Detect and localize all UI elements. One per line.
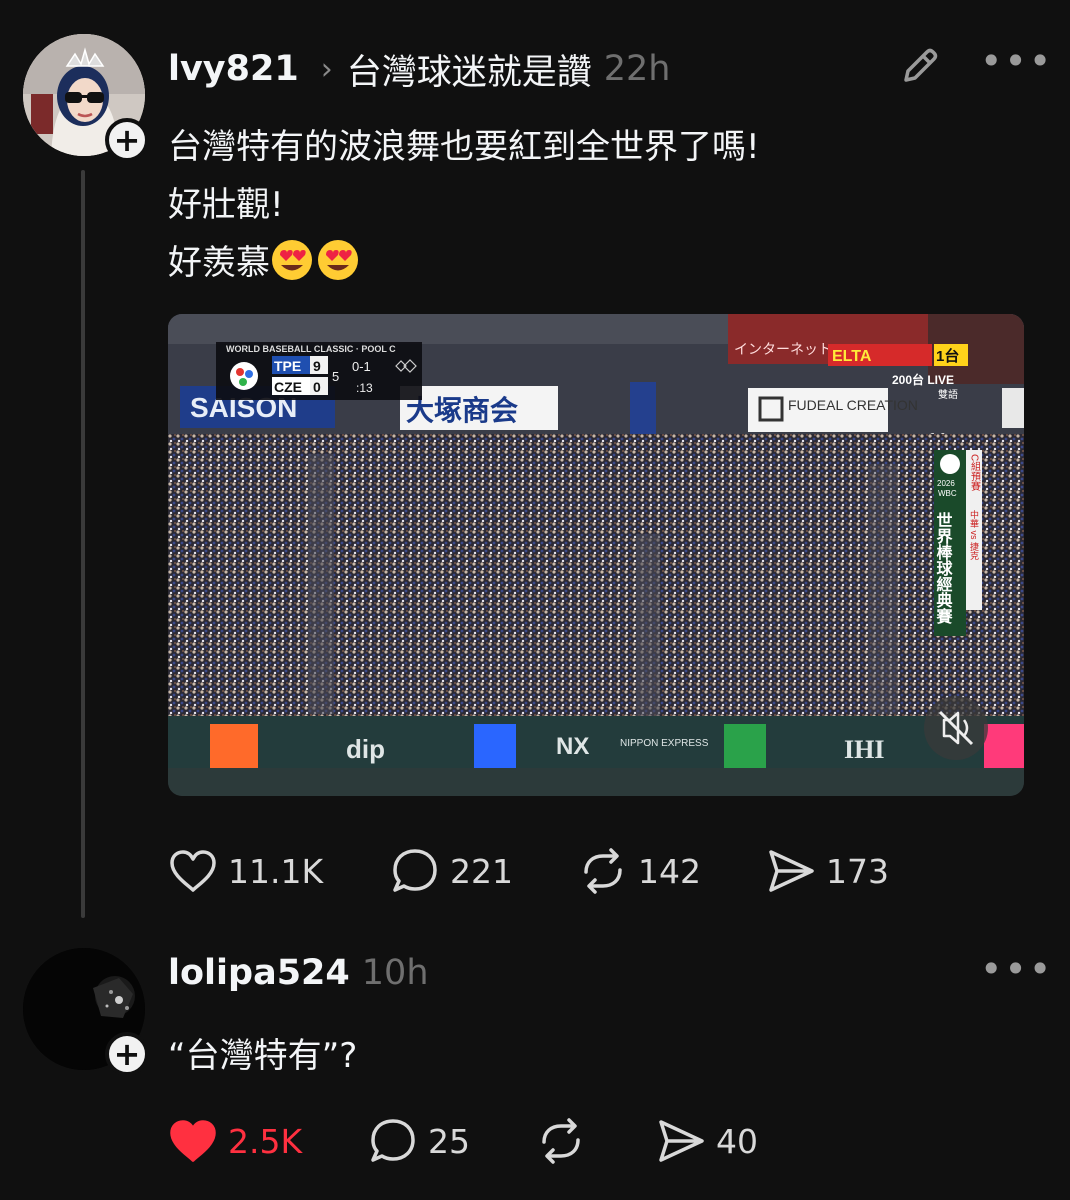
topic-tag[interactable]: 台灣球迷就是讚	[347, 44, 592, 95]
wbc-banner: 2026 WBC 世界棒球經典賽 C組預賽 中華 vs 捷克	[934, 450, 982, 636]
nx-sign: NX	[556, 733, 589, 760]
more-options-icon[interactable]: •••	[980, 950, 1053, 988]
username[interactable]: lvy821	[168, 49, 299, 89]
heart-icon	[170, 850, 216, 892]
video-player[interactable]: インターネット SAISON 大塚商会 FUDEAL CREATION 14 d…	[168, 314, 1024, 796]
video-frame: インターネット SAISON 大塚商会 FUDEAL CREATION 14 d…	[168, 314, 1024, 796]
pitch-clock: :13	[356, 381, 373, 395]
fudeal-text: FUDEAL CREATION	[788, 397, 918, 413]
share-button[interactable]: 40	[656, 1116, 758, 1166]
follow-plus-icon[interactable]: +	[105, 118, 149, 162]
post-time: 22h	[603, 49, 671, 89]
banner-vs: 中華 vs 捷克	[969, 509, 979, 561]
more-options-icon[interactable]: •••	[980, 42, 1053, 80]
repost-icon	[542, 1118, 580, 1164]
comment-icon	[393, 849, 437, 892]
team1-name: TPE	[274, 358, 301, 374]
banner-sub: C組預賽	[969, 454, 981, 492]
edit-icon[interactable]	[896, 42, 944, 90]
post-text: 台灣特有的波浪舞也要紅到全世界了嗎! 好壯觀! 好羨慕	[168, 118, 760, 292]
comment-count: 25	[428, 1121, 470, 1161]
otsuka-text: 大塚商会	[406, 395, 518, 426]
post-line: 好壯觀!	[168, 185, 284, 225]
reply-header: lolipa524 10h	[168, 948, 429, 998]
share-count: 173	[826, 851, 889, 891]
team2-score: 0	[313, 379, 321, 395]
ihi-sign: IHI	[844, 735, 884, 764]
heart-eyes-emoji-icon	[272, 240, 312, 280]
count: 0-1	[352, 359, 371, 374]
chevron-right-icon: ›	[320, 51, 333, 87]
repost-button[interactable]: 142	[578, 846, 766, 896]
follow-plus-icon[interactable]: +	[105, 1032, 149, 1076]
like-button[interactable]: 11.1K	[168, 848, 390, 894]
banner-abbr: WBC	[938, 489, 957, 498]
comment-icon	[371, 1119, 415, 1162]
post-actions: 11.1K 221 142 173	[168, 846, 889, 896]
mute-button[interactable]	[924, 696, 988, 760]
share-button[interactable]: 173	[766, 846, 889, 896]
team2-name: CZE	[274, 379, 302, 395]
share-count: 40	[716, 1121, 758, 1161]
channel-brand: ELTA	[832, 348, 872, 365]
heart-filled-icon	[170, 1120, 216, 1162]
nippon-express-sign: NIPPON EXPRESS	[620, 738, 709, 749]
like-count: 2.5K	[228, 1121, 303, 1161]
repost-icon	[584, 848, 622, 894]
comment-button[interactable]: 221	[390, 846, 578, 896]
repost-count: 142	[638, 851, 701, 891]
repost-button[interactable]	[536, 1116, 656, 1166]
team1-score: 9	[313, 358, 321, 374]
banner-year: 2026	[937, 479, 955, 488]
post-line: 台灣特有的波浪舞也要紅到全世界了嗎!	[168, 127, 760, 167]
post-line-with-emoji: 好羨慕	[168, 234, 760, 292]
username[interactable]: lolipa524	[168, 953, 350, 993]
comment-count: 221	[450, 851, 513, 891]
reply-text: “台灣特有”?	[168, 1036, 358, 1076]
internet-sign: インターネット	[734, 341, 832, 357]
dip-sign: dip	[346, 734, 385, 764]
inning: 5	[332, 369, 339, 384]
post-header: lvy821 › 台灣球迷就是讚 22h	[168, 44, 670, 94]
send-icon	[659, 1120, 704, 1162]
channel-lang: 雙語	[938, 388, 958, 401]
thread-line	[81, 170, 85, 918]
post-line: 好羨慕	[168, 243, 270, 283]
scorebug-title: WORLD BASEBALL CLASSIC · POOL C	[226, 344, 396, 354]
scorebug: WORLD BASEBALL CLASSIC · POOL C TPE CZE …	[216, 342, 422, 400]
heart-eyes-emoji-icon	[318, 240, 358, 280]
like-count: 11.1K	[228, 851, 324, 891]
reply-time: 10h	[361, 953, 429, 993]
channel-number: 1台	[936, 347, 959, 365]
reply-actions: 2.5K 25 40	[168, 1116, 758, 1166]
send-icon	[769, 850, 814, 892]
like-button[interactable]: 2.5K	[168, 1118, 368, 1164]
channel-sub: 200台 LIVE	[892, 372, 954, 387]
comment-button[interactable]: 25	[368, 1116, 536, 1166]
